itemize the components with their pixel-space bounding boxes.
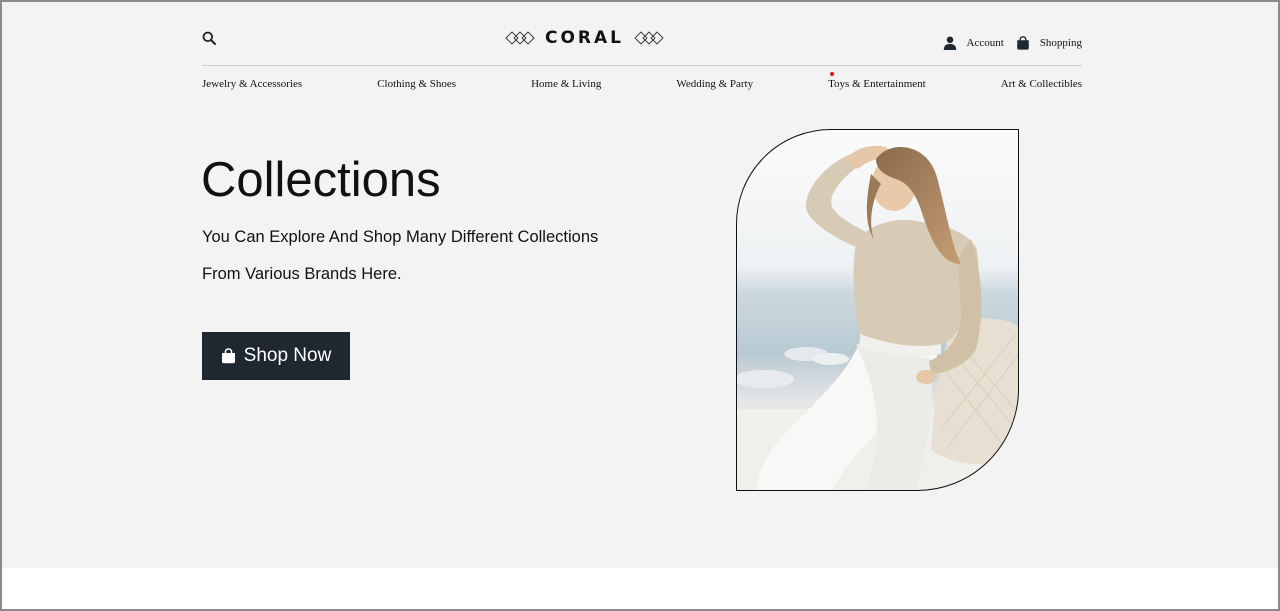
nav-item-art-collectibles[interactable]: Art & Collectibles <box>1001 78 1082 90</box>
user-icon <box>943 36 956 50</box>
page-footer-area <box>2 568 1278 609</box>
logo-ornament-icon <box>634 31 664 45</box>
shop-now-button[interactable]: Shop Now <box>202 332 350 380</box>
hero-model-photo <box>736 129 1019 491</box>
category-nav: Jewelry & Accessories Clothing & Shoes H… <box>202 72 1082 90</box>
hero-title: Collections <box>201 153 441 207</box>
shopping-label: Shopping <box>1039 37 1082 49</box>
brand-logo[interactable]: CORAL <box>505 27 664 49</box>
nav-item-jewelry-accessories[interactable]: Jewelry & Accessories <box>202 78 302 90</box>
nav-item-home-living[interactable]: Home & Living <box>531 78 601 90</box>
logo-ornament-icon <box>505 31 535 45</box>
shop-now-label: Shop Now <box>243 345 332 366</box>
nav-item-wedding-party[interactable]: Wedding & Party <box>676 78 753 90</box>
brand-name: CORAL <box>545 28 625 48</box>
hero-subtitle-line-1: You Can Explore And Shop Many Different … <box>202 228 599 246</box>
hero-subtitle-line-2: From Various Brands Here. <box>202 265 402 283</box>
account-label: Account <box>966 37 1004 49</box>
search-icon[interactable] <box>202 31 216 45</box>
shopping-link[interactable]: Shopping <box>1016 36 1082 50</box>
header-actions: Account Shopping <box>943 36 1082 50</box>
header-divider <box>202 65 1082 66</box>
shopping-bag-icon <box>1017 36 1029 50</box>
nav-item-label: Toys & Entertainment <box>828 78 926 90</box>
shopping-bag-icon <box>221 348 235 364</box>
nav-item-clothing-shoes[interactable]: Clothing & Shoes <box>377 78 456 90</box>
nav-item-toys-entertainment[interactable]: Toys & Entertainment <box>828 72 926 90</box>
account-link[interactable]: Account <box>943 36 1004 50</box>
